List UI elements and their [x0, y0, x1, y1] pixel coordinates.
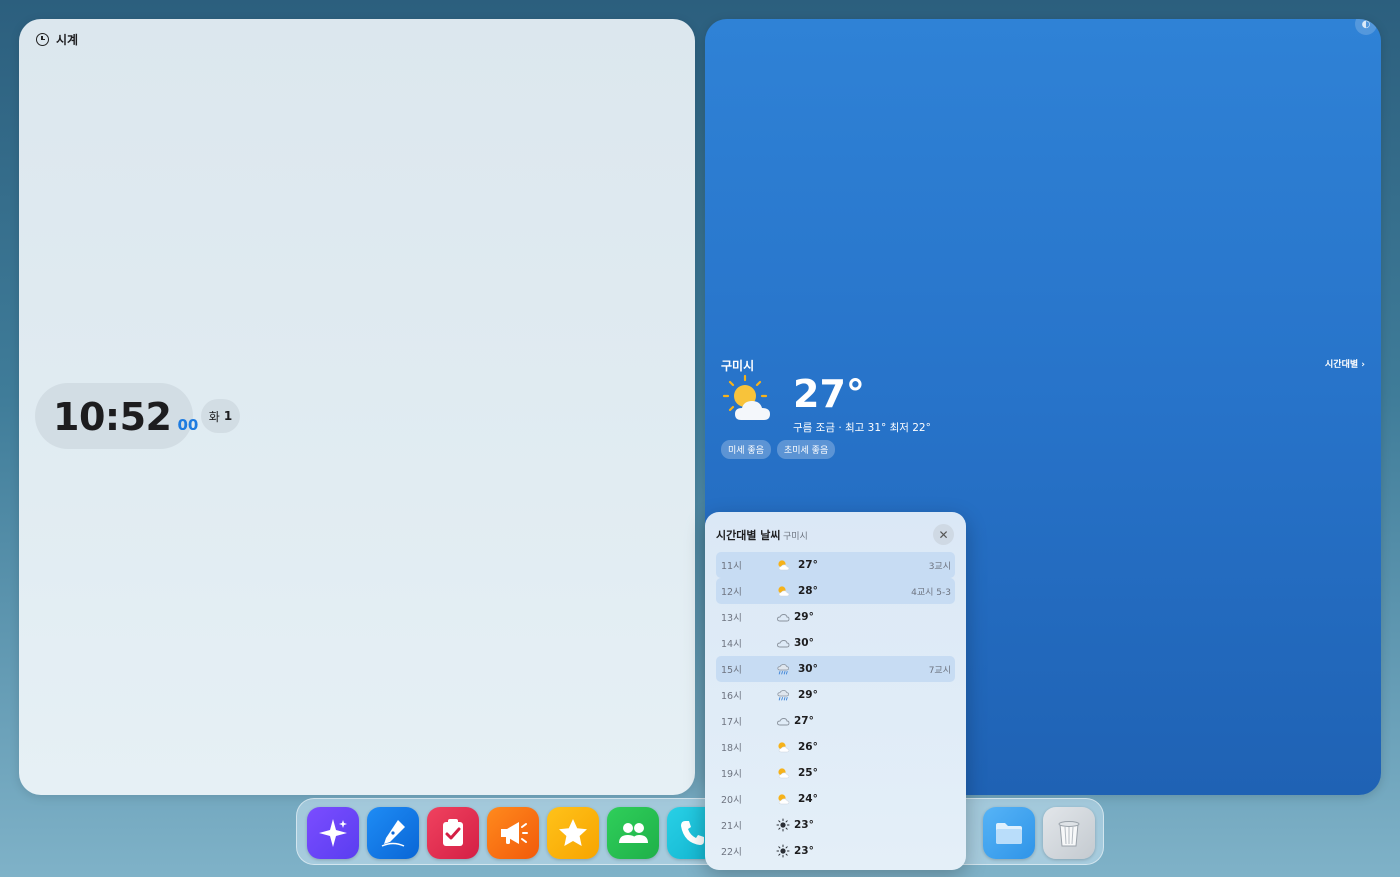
hour-temperature: 23° — [794, 845, 814, 857]
hour-time: 14시 — [721, 639, 742, 650]
hour-temperature: 29° — [794, 611, 814, 623]
clock-title: 시계 — [56, 33, 79, 47]
hour-temperature: 30° — [794, 637, 814, 649]
partly-sunny-icon — [776, 792, 790, 806]
checklist-app-icon[interactable] — [427, 807, 479, 859]
weather-condition: 구름 조금 · 최고 31° 최저 22° — [793, 422, 931, 434]
hour-temperature: 28° — [798, 585, 818, 597]
hour-temperature: 29° — [798, 689, 818, 701]
partly-sunny-icon — [776, 558, 790, 572]
cloud-icon — [776, 636, 790, 650]
partly-sunny-icon — [776, 766, 790, 780]
sparkle-app-icon[interactable] — [307, 807, 359, 859]
current-temperature: 27° — [793, 372, 865, 416]
cloud-icon — [776, 610, 790, 624]
people-app-icon[interactable] — [607, 807, 659, 859]
time-hours-minutes: 10:52 — [53, 395, 172, 439]
hour-time: 21시 — [721, 821, 742, 832]
hourly-row: 22시 23° — [716, 838, 955, 864]
hourly-weather-popup: 시간대별 날씨 구미시 ✕ 11시 27° 3교시 12시 28° 4교시 5-3 13시 2… — [705, 512, 966, 870]
air-quality-chips: 미세 좋음 초미세 좋음 — [721, 440, 836, 459]
clock-header: 시계 — [36, 31, 78, 48]
folder-app-icon[interactable] — [983, 807, 1035, 859]
hour-temperature: 25° — [798, 767, 818, 779]
hourly-list: 11시 27° 3교시 12시 28° 4교시 5-3 13시 29° 14시 30° 15시 30°… — [716, 552, 955, 864]
hourly-row: 12시 28° 4교시 5-3 — [716, 578, 955, 604]
hourly-row: 13시 29° — [716, 604, 955, 630]
hourly-row: 15시 30° 7교시 — [716, 656, 955, 682]
sun-icon — [776, 844, 790, 858]
hour-time: 22시 — [721, 847, 742, 858]
hourly-row: 19시 25° — [716, 760, 955, 786]
hour-temperature: 23° — [794, 819, 814, 831]
star-app-icon[interactable] — [547, 807, 599, 859]
hourly-row: 21시 23° — [716, 812, 955, 838]
hour-time: 17시 — [721, 717, 742, 728]
hour-time: 19시 — [721, 769, 742, 780]
theme-toggle-icon[interactable]: ◐ — [1355, 19, 1377, 35]
hour-time: 20시 — [721, 795, 742, 806]
pen-app-icon[interactable] — [367, 807, 419, 859]
hour-time: 18시 — [721, 743, 742, 754]
time-display: 10:52 00 — [35, 383, 198, 449]
cloud-icon — [776, 714, 790, 728]
fine-dust-chip: 미세 좋음 — [721, 440, 771, 459]
hour-time: 12시 — [721, 587, 742, 598]
hour-time: 16시 — [721, 691, 742, 702]
close-icon[interactable]: ✕ — [933, 524, 954, 545]
hourly-row: 18시 26° — [716, 734, 955, 760]
date-badge: 화 1 — [201, 399, 240, 433]
day-number: 1 — [223, 409, 233, 423]
hourly-row: 11시 27° 3교시 — [716, 552, 955, 578]
hourly-row: 17시 27° — [716, 708, 955, 734]
sun-icon — [776, 818, 790, 832]
hour-note: 4교시 5-3 — [911, 587, 951, 598]
rain-icon — [776, 662, 790, 676]
hour-time: 13시 — [721, 613, 742, 624]
weekday-label: 화 — [208, 409, 220, 424]
clock-icon — [36, 33, 49, 46]
partly-sunny-icon — [722, 374, 770, 420]
hour-time: 15시 — [721, 665, 742, 676]
hourly-row: 16시 29° — [716, 682, 955, 708]
rain-icon — [776, 688, 790, 702]
hour-note: 3교시 — [928, 561, 951, 572]
hour-temperature: 30° — [798, 663, 818, 675]
partly-sunny-icon — [776, 740, 790, 754]
hour-temperature: 27° — [798, 559, 818, 571]
megaphone-app-icon[interactable] — [487, 807, 539, 859]
partly-sunny-icon — [776, 584, 790, 598]
weather-city: 구미시 — [721, 359, 755, 373]
hourly-weather-link[interactable]: 시간대별 › — [1325, 357, 1365, 370]
ultrafine-dust-chip: 초미세 좋음 — [776, 440, 836, 459]
dock — [296, 798, 1104, 865]
clock-widget: 시계 10:52 00 화 1 — [19, 19, 695, 795]
hour-temperature: 24° — [798, 793, 818, 805]
hourly-row: 20시 24° — [716, 786, 955, 812]
hour-note: 7교시 — [928, 665, 951, 676]
hour-temperature: 26° — [798, 741, 818, 753]
time-seconds: 00 — [177, 416, 199, 434]
trash-app-icon[interactable] — [1043, 807, 1095, 859]
popup-title: 시간대별 날씨 — [716, 529, 781, 542]
popup-subtitle: 구미시 — [783, 532, 808, 542]
hour-temperature: 27° — [794, 715, 814, 727]
hourly-row: 14시 30° — [716, 630, 955, 656]
hour-time: 11시 — [721, 561, 742, 572]
